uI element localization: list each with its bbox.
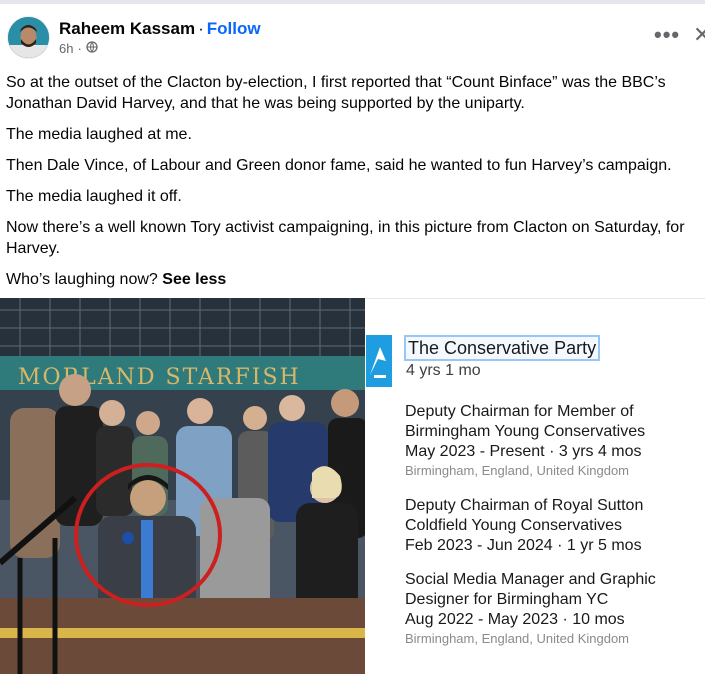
post-paragraph: The media laughed it off.	[6, 188, 182, 205]
post-photo[interactable]: MORLAND STARFISH	[0, 298, 365, 674]
post-header: Raheem Kassam · Follow	[59, 18, 261, 40]
post-paragraph: So at the outset of the Clacton by-elect…	[6, 74, 666, 112]
linkedin-screenshot[interactable]: The Conservative Party 4 yrs 1 mo Deputy…	[366, 298, 705, 674]
role-title: Designer for Birmingham YC	[405, 591, 609, 608]
avatar[interactable]	[8, 17, 49, 58]
meta-separator: ·	[77, 41, 82, 56]
company-name[interactable]: The Conservative Party	[404, 335, 601, 361]
experience-role: Social Media Manager and Graphic Designe…	[405, 570, 656, 648]
role-dates: Feb 2023 - Jun 2024 · 1 yr 5 mos	[405, 537, 642, 554]
panel-divider	[366, 298, 705, 299]
follow-button[interactable]: Follow	[207, 19, 261, 38]
role-title: Deputy Chairman of Royal Sutton	[405, 497, 644, 514]
role-location: Birmingham, England, United Kingdom	[405, 463, 630, 478]
role-dates: May 2023 - Present · 3 yrs 4 mos	[405, 443, 642, 460]
header-separator: ·	[198, 19, 204, 38]
role-title: Deputy Chairman for Member of	[405, 403, 634, 420]
company-duration: 4 yrs 1 mo	[406, 362, 481, 379]
role-dates: Aug 2022 - May 2023 · 10 mos	[405, 611, 625, 628]
author-name[interactable]: Raheem Kassam	[59, 19, 195, 38]
conservative-tree-logo	[366, 335, 392, 387]
role-location: Birmingham, England, United Kingdom	[405, 631, 630, 646]
experience-role: Deputy Chairman for Member of Birmingham…	[405, 402, 645, 480]
top-divider	[0, 0, 705, 4]
last-line-text: Who’s laughing now?	[6, 271, 158, 288]
post-time[interactable]: 6h	[59, 41, 73, 56]
role-title: Birmingham Young Conservatives	[405, 423, 646, 440]
more-options-icon[interactable]: •••	[654, 24, 680, 46]
see-less-link[interactable]: See less	[162, 271, 226, 288]
post-meta: 6h ·	[59, 41, 98, 56]
post-paragraph: Now there’s a well known Tory activist c…	[6, 219, 685, 257]
role-title: Coldfield Young Conservatives	[405, 517, 623, 534]
close-icon[interactable]: ✕	[693, 24, 705, 46]
post-paragraph: The media laughed at me.	[6, 126, 192, 143]
post-last-line: Who’s laughing now? See less	[6, 269, 705, 290]
post-paragraph: Then Dale Vince, of Labour and Green don…	[6, 157, 672, 174]
experience-role: Deputy Chairman of Royal Sutton Coldfiel…	[405, 496, 643, 556]
globe-icon	[86, 41, 98, 56]
role-title: Social Media Manager and Graphic	[405, 571, 656, 588]
post-body: So at the outset of the Clacton by-elect…	[6, 72, 705, 300]
